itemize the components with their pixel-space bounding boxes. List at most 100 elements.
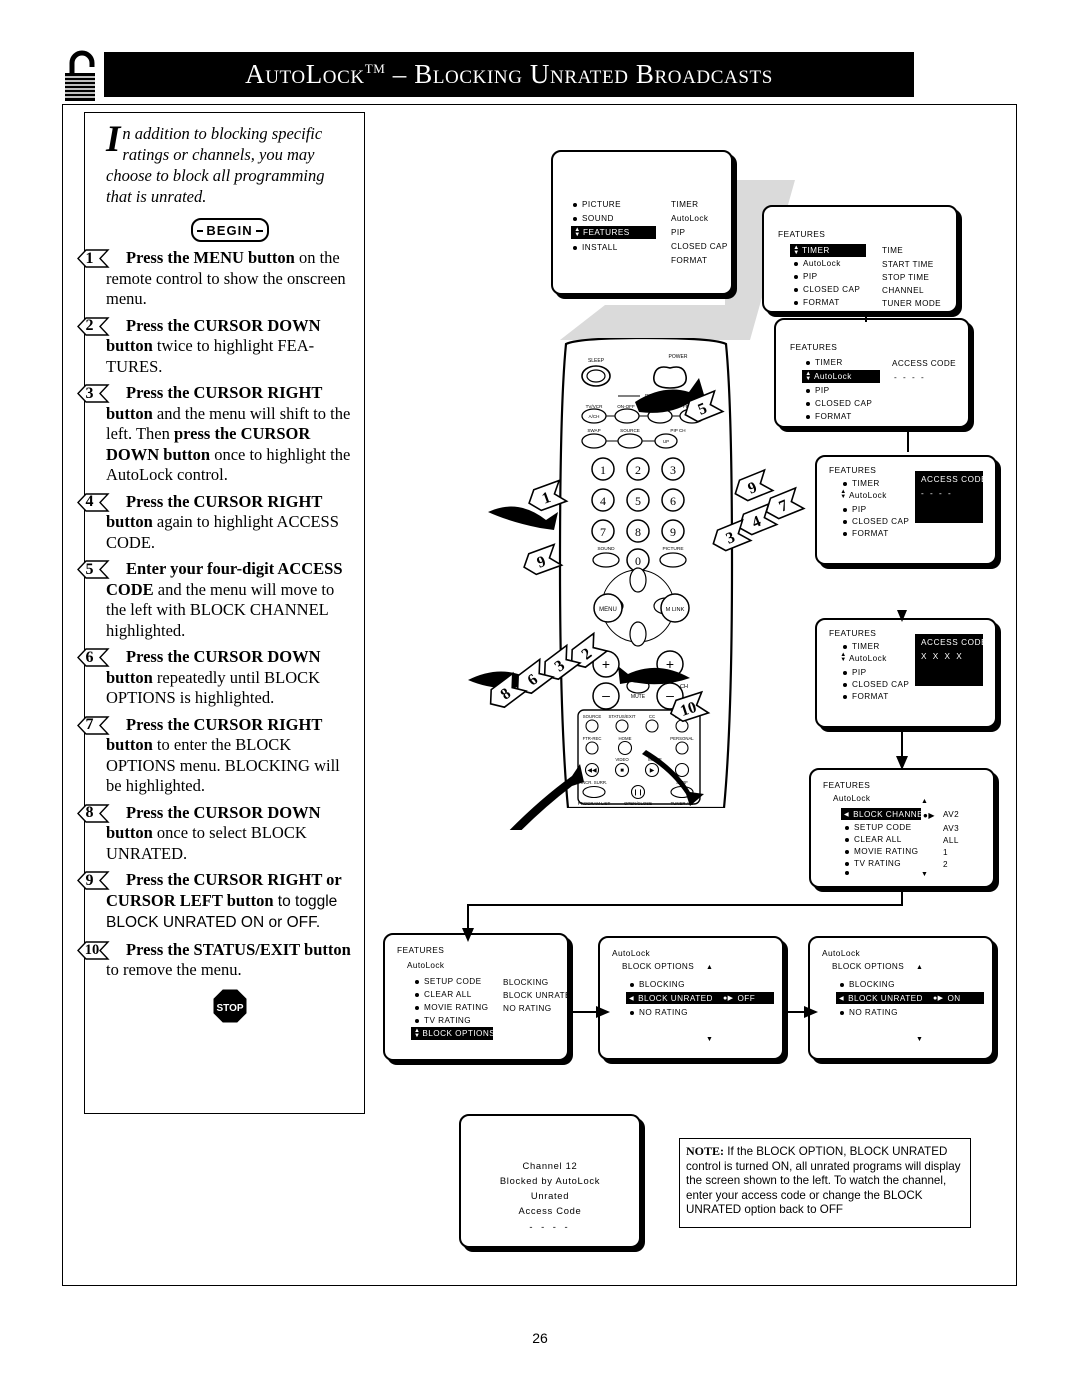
blocked-line-4: Access Code xyxy=(518,1205,582,1216)
svg-text:4: 4 xyxy=(600,494,606,508)
step-text: Press the CURSOR RIGHT button and the me… xyxy=(106,383,351,484)
steps-list: 1 Press the MENU button on the remote con… xyxy=(77,248,353,981)
menu-item: SETUP CODE xyxy=(415,977,482,986)
svg-text:POSITION: POSITION xyxy=(649,404,671,409)
svg-text:UP: UP xyxy=(663,439,669,444)
svg-text:–: – xyxy=(602,687,610,703)
menu-item: FORMAT xyxy=(794,298,840,307)
step-7: 7 Press the CURSOR RIGHT button to enter … xyxy=(77,715,353,797)
menu-value: AV3 xyxy=(943,824,960,833)
step-text: Press the CURSOR DOWN button repeatedly … xyxy=(106,647,321,707)
access-code-label: ACCESS CODE xyxy=(892,359,956,368)
step-number: 3 xyxy=(85,384,94,402)
step-number-badge: 2 xyxy=(76,316,110,336)
svg-text:CC: CC xyxy=(649,714,655,719)
svg-text:9: 9 xyxy=(670,525,676,539)
menu-item: MOVIE RATING xyxy=(415,1003,488,1012)
menu-header: AutoLock xyxy=(612,948,651,958)
menu-item: BLOCKING xyxy=(630,980,685,989)
menu-item: AutoLock xyxy=(794,259,841,268)
svg-text:STATUS/EXIT: STATUS/EXIT xyxy=(608,714,635,719)
menu-item xyxy=(845,871,854,875)
step-number-badge: 9 xyxy=(76,871,110,890)
page-title: AutoLockTM – Blocking Unrated Broadcasts xyxy=(245,59,773,89)
menu-value: CLOSED CAP xyxy=(671,242,728,251)
menu-value: TUNER MODE xyxy=(882,299,942,308)
access-code-value: - - - - xyxy=(921,489,953,498)
menu-item-highlighted: ◀ BLOCK UNRATED ●▶ ON xyxy=(836,992,984,1004)
step-number: 5 xyxy=(85,560,94,578)
tv-screen-main-menu: PICTURE SOUND ▲ ▼ FEATURES INSTALL TIMER A… xyxy=(551,150,733,295)
tv-screen-access-code-empty: FEATURES TIMER ▲ ▼ AutoLock PIP CLOSED CAP… xyxy=(815,455,997,565)
svg-text:VIDEO: VIDEO xyxy=(615,757,629,762)
scroll-down-indicator: ▼ xyxy=(921,871,928,878)
svg-text:+: + xyxy=(602,656,610,672)
menu-item: FORMAT xyxy=(843,692,889,701)
step-number-badge: 4 xyxy=(76,492,110,512)
svg-text:SOURCE: SOURCE xyxy=(620,428,640,433)
step-2: 2 Press the CURSOR DOWN button twice to h… xyxy=(77,316,353,378)
menu-value: 2 xyxy=(943,860,948,869)
menu-item-selected: ▲ ▼ AutoLock xyxy=(840,652,887,663)
svg-text:8: 8 xyxy=(635,525,641,539)
menu-item: PICTURE xyxy=(573,200,621,209)
menu-item: CLEAR ALL xyxy=(415,990,472,999)
step-number-badge: 8 xyxy=(76,803,110,823)
svg-text:TUNER A/B: TUNER A/B xyxy=(671,801,694,806)
svg-text:+: + xyxy=(666,656,674,672)
svg-text:HOME: HOME xyxy=(619,736,632,741)
menu-item: TIMER xyxy=(843,479,880,488)
svg-text:FTR-REC: FTR-REC xyxy=(583,736,602,741)
step-text: Press the STATUS/EXIT button to remove t… xyxy=(106,939,351,980)
step-number: 2 xyxy=(85,317,94,334)
menu-value: TIME xyxy=(882,246,904,255)
remote-control-illustration: SLEEP POWER PIP TV/VCR ON-OFF POSITION F… xyxy=(470,336,815,810)
menu-header: FEATURES xyxy=(829,628,877,638)
menu-value: NO RATING xyxy=(503,1004,552,1013)
menu-header: FEATURES xyxy=(823,780,871,790)
step-4: 4 Press the CURSOR RIGHT button again to … xyxy=(77,492,353,554)
svg-text:5: 5 xyxy=(635,494,641,508)
step-8: 8 Press the CURSOR DOWN button once to se… xyxy=(77,802,353,865)
svg-text:SURF: SURF xyxy=(676,780,688,785)
menu-value: FORMAT xyxy=(671,256,708,265)
step-text: Press the MENU button on the remote cont… xyxy=(106,248,346,308)
menu-item-highlighted: ▲ ▼ TIMER xyxy=(790,244,866,257)
step-text: Enter your four-digit ACCESS CODE and th… xyxy=(106,559,343,640)
svg-text:M LINK: M LINK xyxy=(666,607,685,613)
scroll-up-indicator: ▲ xyxy=(916,964,923,971)
svg-text:SOURCE: SOURCE xyxy=(583,714,602,719)
step-number: 9 xyxy=(85,871,94,889)
svg-text:SOUND: SOUND xyxy=(597,546,615,552)
svg-text:PICTURE: PICTURE xyxy=(662,546,683,552)
menu-subheader: AutoLock xyxy=(407,961,445,970)
scroll-down-indicator: ▼ xyxy=(916,1036,923,1043)
access-code-value: X X X X xyxy=(921,652,964,661)
menu-item-highlighted: ◀ BLOCK UNRATED ●▶ OFF xyxy=(626,992,774,1004)
svg-text:POWER: POWER xyxy=(669,354,688,360)
svg-text:SLEEP: SLEEP xyxy=(588,358,605,364)
step-5: 5 Enter your four-digit ACCESS CODE and t… xyxy=(77,559,353,641)
step-text: Press the CURSOR RIGHT or CURSOR LEFT bu… xyxy=(106,870,342,931)
step-text: Press the CURSOR DOWN button once to sel… xyxy=(106,802,321,863)
tv-screen-block-unrated-off: AutoLock BLOCK OPTIONS ▲ BLOCKING ◀ BLOCK… xyxy=(598,936,784,1060)
svg-text:MUTE: MUTE xyxy=(631,694,646,700)
menu-value: PIP xyxy=(671,228,686,237)
svg-text:7: 7 xyxy=(600,525,606,539)
svg-text:▶: ▶ xyxy=(650,768,655,774)
step-number: 1 xyxy=(85,249,94,267)
menu-value: BLOCK UNRATED xyxy=(503,991,567,1000)
step-number-badge: 10 xyxy=(76,940,110,960)
menu-item: TIMER xyxy=(843,642,880,651)
scroll-down-indicator: ▼ xyxy=(706,1036,713,1043)
tv-screen-block-options: FEATURES AutoLock SETUP CODE CLEAR ALL M… xyxy=(383,933,569,1061)
menu-item: CLOSED CAP xyxy=(843,680,909,689)
page-number: 26 xyxy=(532,1330,548,1346)
menu-item-highlighted: ▲ ▼ BLOCK OPTIONS xyxy=(411,1027,495,1040)
svg-text:0: 0 xyxy=(635,554,641,568)
padlock-icon xyxy=(62,47,102,107)
menu-item: CLOSED CAP xyxy=(794,285,860,294)
menu-item: CLEAR ALL xyxy=(845,835,902,844)
menu-item: NO RATING xyxy=(840,1008,898,1017)
menu-item-highlighted: ◀ BLOCK CHANNEL xyxy=(841,808,928,820)
